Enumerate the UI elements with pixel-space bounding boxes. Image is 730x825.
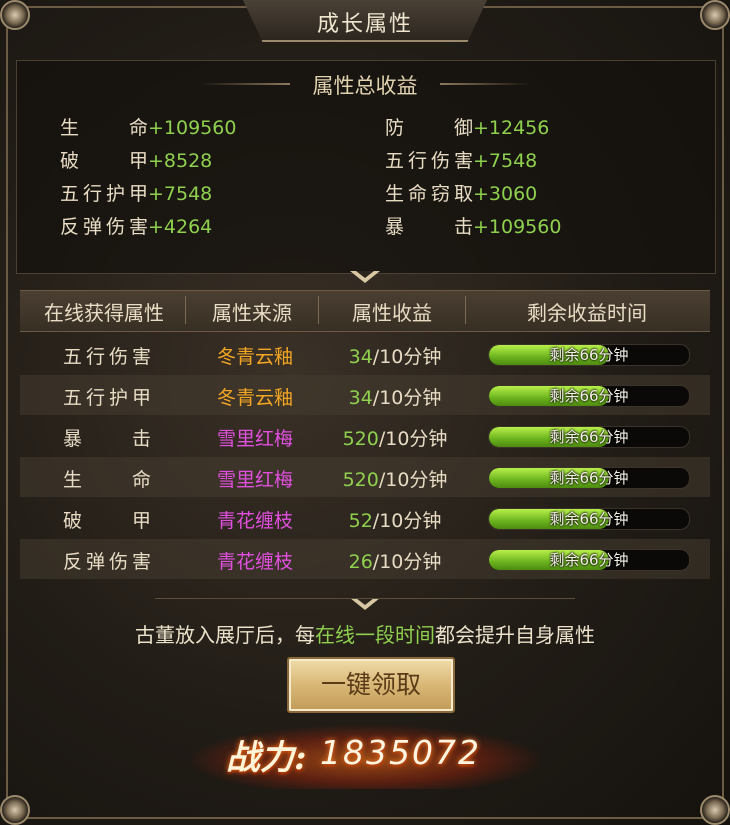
row-gain: 520/10分钟 [342,469,448,491]
row-gain: 26/10分钟 [348,551,442,573]
table-row: 五行护甲 冬青云釉 34/10分钟 剩余66分钟 [20,375,710,415]
remaining-time-text: 剩余66分钟 [549,510,629,528]
summary-stat: 五行护甲+7548 [60,183,213,205]
column-header: 剩余收益时间 [527,301,647,325]
row-source: 冬青云釉 [216,346,293,368]
column-header: 属性收益 [352,301,432,325]
remaining-time-text: 剩余66分钟 [549,551,629,569]
row-source: 青花缠枝 [216,510,293,532]
row-attribute: 破甲 [63,510,151,532]
remaining-time-bar: 剩余66分钟 [488,344,690,366]
column-divider [465,296,466,324]
panel-title: 成长属性 [316,12,413,37]
row-gain: 52/10分钟 [348,510,442,532]
row-source: 冬青云釉 [216,387,293,409]
corner-ornament-icon [700,795,730,825]
row-attribute: 五行护甲 [63,387,151,409]
summary-stat: 生命+109560 [60,117,237,139]
hint-text: 古董放入展厅后，每在线一段时间都会提升自身属性 [135,623,595,647]
remaining-time-bar: 剩余66分钟 [488,426,690,448]
row-source: 青花缠枝 [216,551,293,573]
chevron-inner [356,598,374,605]
table-row: 反弹伤害 青花缠枝 26/10分钟 剩余66分钟 [20,539,710,579]
chevron-inner [356,271,374,278]
row-attribute: 五行伤害 [63,346,151,368]
remaining-time-text: 剩余66分钟 [549,469,629,487]
corner-ornament-icon [0,0,30,30]
corner-ornament-icon [700,0,730,30]
combat-power-value: 1835072 [320,733,481,772]
row-attribute: 暴击 [63,428,151,450]
table-row: 暴击 雪里红梅 520/10分钟 剩余66分钟 [20,416,710,456]
summary-title: 属性总收益 [312,74,418,98]
summary-stat: 防御+12456 [385,117,550,139]
column-header: 在线获得属性 [44,301,164,325]
row-attribute: 生命 [63,469,151,491]
column-divider [318,296,319,324]
remaining-time-bar: 剩余66分钟 [488,508,690,530]
column-divider [185,296,186,324]
row-gain: 34/10分钟 [348,387,442,409]
growth-attributes-panel: { "panel": {"title": "成长属性"}, "summary":… [0,0,730,825]
summary-stat: 破甲+8528 [60,150,213,172]
remaining-time-text: 剩余66分钟 [549,346,629,364]
remaining-time-text: 剩余66分钟 [549,428,629,446]
remaining-time-bar: 剩余66分钟 [488,549,690,571]
summary-stat: 反弹伤害+4264 [60,216,213,238]
divider [155,598,575,599]
corner-ornament-icon [0,795,30,825]
row-gain: 34/10分钟 [348,346,442,368]
claim-all-button[interactable]: 一键领取 [287,657,455,713]
row-gain: 520/10分钟 [342,428,448,450]
summary-stat: 五行伤害+7548 [385,150,538,172]
table-row: 生命 雪里红梅 520/10分钟 剩余66分钟 [20,457,710,497]
summary-stat: 生命窃取+3060 [385,183,538,205]
combat-power-label: 战力: [226,738,307,778]
row-attribute: 反弹伤害 [63,551,151,573]
table-row: 破甲 青花缠枝 52/10分钟 剩余66分钟 [20,498,710,538]
row-source: 雪里红梅 [216,428,293,450]
row-source: 雪里红梅 [216,469,293,491]
hint-highlight: 在线一段时间 [315,623,435,647]
summary-stat: 暴击+109560 [385,216,562,238]
column-header: 属性来源 [212,301,292,325]
table-row: 五行伤害 冬青云釉 34/10分钟 剩余66分钟 [20,334,710,374]
remaining-time-bar: 剩余66分钟 [488,467,690,489]
remaining-time-text: 剩余66分钟 [549,387,629,405]
remaining-time-bar: 剩余66分钟 [488,385,690,407]
